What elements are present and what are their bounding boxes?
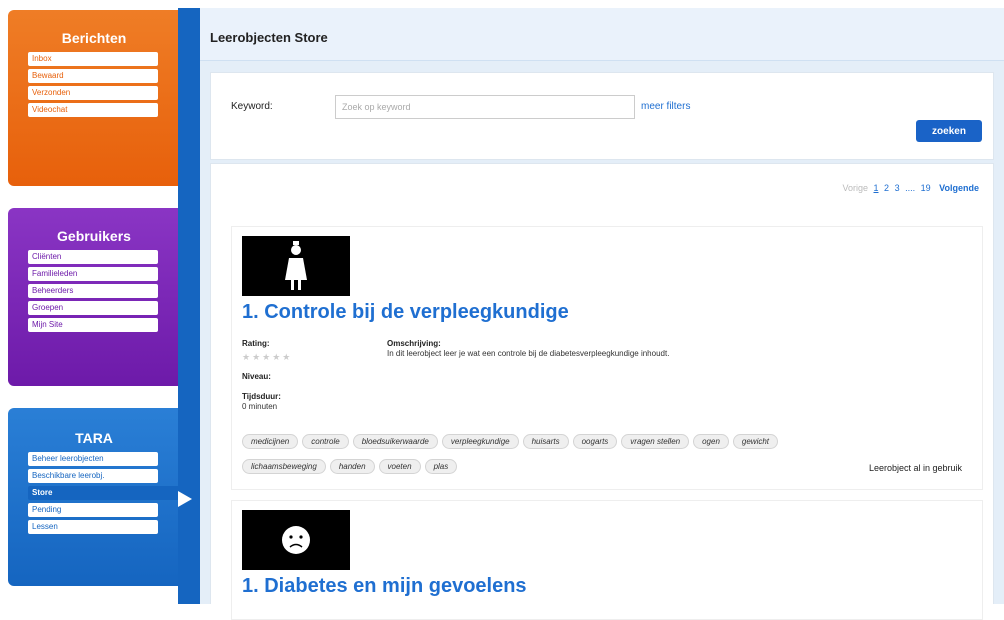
berichten-title: Berichten [61, 30, 127, 46]
learning-object-card: 1. Diabetes en mijn gevoelens [231, 500, 983, 620]
pager-ellipsis: .... [905, 183, 916, 193]
tag-list: medicijnen controle bloedsuikerwaarde verpl… [242, 431, 832, 481]
sidebar-item-beheer-leerobjecten[interactable]: Beheer leerobjecten [28, 452, 158, 466]
sidebar-divider-bar [178, 8, 200, 604]
tag[interactable]: handen [329, 459, 375, 474]
page-title: Leerobjecten Store [210, 30, 328, 45]
pager-page-last[interactable]: 19 [921, 183, 931, 193]
tag[interactable]: vragen stellen [621, 434, 690, 449]
sidebar-item-clienten[interactable]: Cliënten [28, 250, 158, 264]
keyword-label: Keyword: [231, 101, 273, 112]
pager-prev: Vorige [842, 183, 868, 193]
tag[interactable]: huisarts [522, 434, 569, 449]
pagination: Vorige 1 2 3 .... 19 Volgende [839, 183, 979, 193]
rating-label: Rating: [242, 339, 270, 348]
sidebar-item-familieleden[interactable]: Familieleden [28, 267, 158, 281]
results-panel: Vorige 1 2 3 .... 19 Volgende 1. Control… [210, 163, 994, 620]
berichten-panel: Berichten Inbox Bewaard Verzonden Videoc… [8, 10, 180, 186]
sidebar-item-beschikbare-leerobj[interactable]: Beschikbare leerobj. [28, 469, 158, 483]
sidebar-item-verzonden[interactable]: Verzonden [28, 86, 158, 100]
card-title[interactable]: 1. Diabetes en mijn gevoelens [242, 575, 527, 598]
search-panel: Keyword: meer filters zoeken [210, 72, 994, 160]
duration-label: Tijdsduur: [242, 392, 281, 401]
tag[interactable]: ogen [693, 434, 729, 449]
sidebar-item-bewaard[interactable]: Bewaard [28, 69, 158, 83]
duration-value: 0 minuten [242, 402, 278, 411]
tag[interactable]: oogarts [572, 434, 618, 449]
tag[interactable]: controle [302, 434, 349, 449]
sidebar-item-store[interactable]: Store [28, 486, 193, 500]
nurse-icon [242, 236, 350, 296]
search-button[interactable]: zoeken [916, 120, 982, 142]
keyword-input[interactable] [335, 95, 635, 119]
sidebar-item-groepen[interactable]: Groepen [28, 301, 158, 315]
tag[interactable]: bloedsuikerwaarde [352, 434, 438, 449]
gebruikers-panel: Gebruikers Cliënten Familieleden Beheerd… [8, 208, 180, 386]
level-label: Niveau: [242, 372, 271, 381]
card-thumbnail[interactable] [242, 236, 350, 296]
sidebar-item-mijn-site[interactable]: Mijn Site [28, 318, 158, 332]
pager-page-2[interactable]: 2 [884, 183, 889, 193]
sidebar-item-lessen[interactable]: Lessen [28, 520, 158, 534]
sidebar-item-inbox[interactable]: Inbox [28, 52, 158, 66]
pager-next[interactable]: Volgende [939, 183, 979, 193]
pager-page-3[interactable]: 3 [895, 183, 900, 193]
tag[interactable]: medicijnen [242, 434, 299, 449]
more-filters-link[interactable]: meer filters [641, 101, 690, 112]
card-thumbnail[interactable] [242, 510, 350, 570]
active-item-arrow [178, 491, 192, 507]
status-text: Leerobject al in gebruik [868, 463, 962, 473]
description-label: Omschrijving: [387, 339, 441, 348]
tag[interactable]: voeten [378, 459, 421, 474]
page-header: Leerobjecten Store [200, 8, 1004, 61]
sidebar-item-beheerders[interactable]: Beheerders [28, 284, 158, 298]
tag[interactable]: gewicht [732, 434, 779, 449]
sidebar-item-pending[interactable]: Pending [28, 503, 158, 517]
tara-panel: TARA Beheer leerobjecten Beschikbare lee… [8, 408, 193, 586]
sidebar: Berichten Inbox Bewaard Verzonden Videoc… [0, 0, 200, 604]
main-content: Leerobjecten Store Keyword: meer filters… [200, 0, 1004, 620]
sad-face-icon [242, 510, 350, 570]
sidebar-item-videochat[interactable]: Videochat [28, 103, 158, 117]
rating-stars[interactable]: ★★★★★ [242, 352, 292, 363]
description-text: In dit leerobject leer je wat een contro… [387, 349, 670, 358]
card-title[interactable]: 1. Controle bij de verpleegkundige [242, 301, 569, 324]
gebruikers-title: Gebruikers [57, 228, 131, 244]
tag[interactable]: verpleegkundige [441, 434, 519, 449]
tara-title: TARA [75, 430, 113, 446]
pager-page-1[interactable]: 1 [874, 183, 879, 193]
learning-object-card: 1. Controle bij de verpleegkundige Ratin… [231, 226, 983, 490]
tag[interactable]: lichaamsbeweging [242, 459, 326, 474]
tag[interactable]: plas [424, 459, 458, 474]
